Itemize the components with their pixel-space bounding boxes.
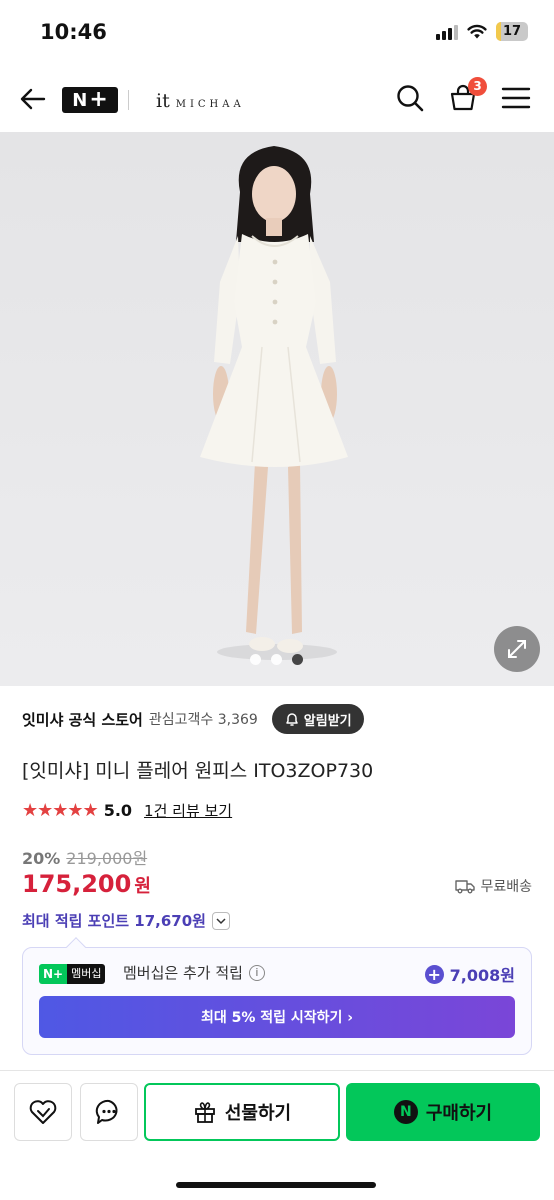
rating-score: 5.0 bbox=[103, 801, 133, 820]
plus-circle-icon: + bbox=[424, 964, 444, 984]
buy-button[interactable]: N 구매하기 bbox=[346, 1083, 540, 1141]
store-info: 잇미샤 공식 스토어 관심고객수 3,369 알림받기 bbox=[22, 704, 532, 734]
chat-bubble-icon bbox=[95, 1099, 118, 1124]
brand-logo-text: MICHAA bbox=[175, 99, 245, 110]
chevron-down-icon[interactable] bbox=[211, 911, 230, 930]
wifi-icon bbox=[467, 24, 487, 38]
delivery-truck-icon bbox=[455, 880, 476, 894]
notify-button-label: 알림받기 bbox=[303, 713, 352, 729]
naver-pay-icon: N bbox=[393, 1100, 418, 1124]
expand-image-button[interactable] bbox=[494, 626, 540, 672]
sale-price-value: 175,200 bbox=[22, 870, 132, 898]
notify-button[interactable]: 알림받기 bbox=[271, 704, 364, 734]
shipping-info: 무료배송 bbox=[455, 876, 532, 896]
brand-logo-mark: it bbox=[156, 90, 170, 112]
discount-row: 20% 219,000원 bbox=[22, 845, 147, 869]
status-bar: 10:46 17 bbox=[0, 0, 554, 66]
gift-icon bbox=[194, 1102, 215, 1123]
membership-amount-value: 7,008원 bbox=[449, 966, 515, 985]
search-icon[interactable] bbox=[394, 82, 426, 114]
membership-text: 멤버십은 추가 적립 i bbox=[123, 962, 265, 983]
product-image[interactable] bbox=[0, 132, 554, 686]
cellular-signal-icon bbox=[436, 24, 458, 40]
start-membership-button[interactable]: 최대 5% 적립 시작하기 › bbox=[39, 996, 515, 1038]
shipping-label: 무료배송 bbox=[480, 879, 532, 895]
review-link[interactable]: 1건 리뷰 보기 bbox=[144, 800, 232, 821]
follower-count: 관심고객수 3,369 bbox=[148, 712, 258, 728]
expand-arrows-icon bbox=[508, 640, 526, 658]
battery-level: 17 bbox=[502, 24, 522, 39]
back-arrow-icon[interactable] bbox=[18, 84, 48, 114]
chat-button[interactable] bbox=[80, 1083, 138, 1141]
cart-count-badge: 3 bbox=[468, 77, 487, 96]
membership-tag-label: 멤버십 bbox=[67, 964, 106, 984]
brand-logo[interactable]: it MICHAA bbox=[156, 90, 245, 112]
sale-price: 175,200 원 bbox=[22, 870, 151, 898]
battery-icon: 17 bbox=[496, 22, 528, 41]
store-name[interactable]: 잇미샤 공식 스토어 bbox=[22, 709, 143, 730]
max-points-label: 최대 적립 포인트 17,670원 bbox=[22, 912, 206, 930]
sale-price-unit: 원 bbox=[134, 876, 151, 897]
clock: 10:46 bbox=[40, 20, 107, 44]
max-points[interactable]: 최대 적립 포인트 17,670원 bbox=[22, 910, 230, 931]
header-divider bbox=[128, 90, 129, 110]
carousel-dot-active[interactable] bbox=[292, 654, 303, 665]
gift-label: 선물하기 bbox=[224, 1103, 292, 1124]
menu-icon[interactable] bbox=[500, 82, 532, 114]
wishlist-button[interactable] bbox=[14, 1083, 72, 1141]
bell-plus-icon bbox=[286, 713, 298, 726]
discount-percent: 20% bbox=[22, 849, 61, 868]
heart-icon bbox=[29, 1100, 57, 1124]
membership-amount: + 7,008원 bbox=[424, 962, 515, 986]
home-indicator[interactable] bbox=[176, 1182, 376, 1188]
buy-label: 구매하기 bbox=[425, 1103, 493, 1124]
app-header: N + it MICHAA 3 bbox=[0, 66, 554, 132]
info-icon[interactable]: i bbox=[248, 964, 265, 981]
membership-tag-logo: N+ bbox=[39, 964, 68, 984]
cart-button[interactable]: 3 bbox=[448, 77, 487, 114]
naver-plus-logo[interactable]: N + bbox=[62, 87, 118, 113]
product-title: [잇미샤] 미니 플레어 원피스 ITO3ZOP730 bbox=[22, 760, 374, 782]
gift-button[interactable]: 선물하기 bbox=[144, 1083, 340, 1141]
membership-text-label: 멤버십은 추가 적립 bbox=[123, 964, 243, 982]
start-membership-label: 최대 5% 적립 시작하기 › bbox=[200, 1010, 354, 1026]
naver-plus-membership-tag: N+ 멤버십 bbox=[39, 964, 106, 984]
membership-box: N+ 멤버십 멤버십은 추가 적립 i + 7,008원 최대 5% 적립 시작… bbox=[22, 937, 532, 1055]
carousel-dot[interactable] bbox=[250, 654, 261, 665]
original-price: 219,000원 bbox=[66, 849, 148, 868]
carousel-dot[interactable] bbox=[271, 654, 282, 665]
model-in-white-dress-illustration bbox=[200, 146, 348, 660]
carousel-indicator bbox=[250, 654, 303, 665]
bottom-action-bar: 선물하기 N 구매하기 bbox=[0, 1070, 554, 1200]
rating-stars-icon: ★★★★★ bbox=[22, 800, 99, 821]
rating-row: ★★★★★ 5.0 1건 리뷰 보기 bbox=[22, 800, 232, 821]
